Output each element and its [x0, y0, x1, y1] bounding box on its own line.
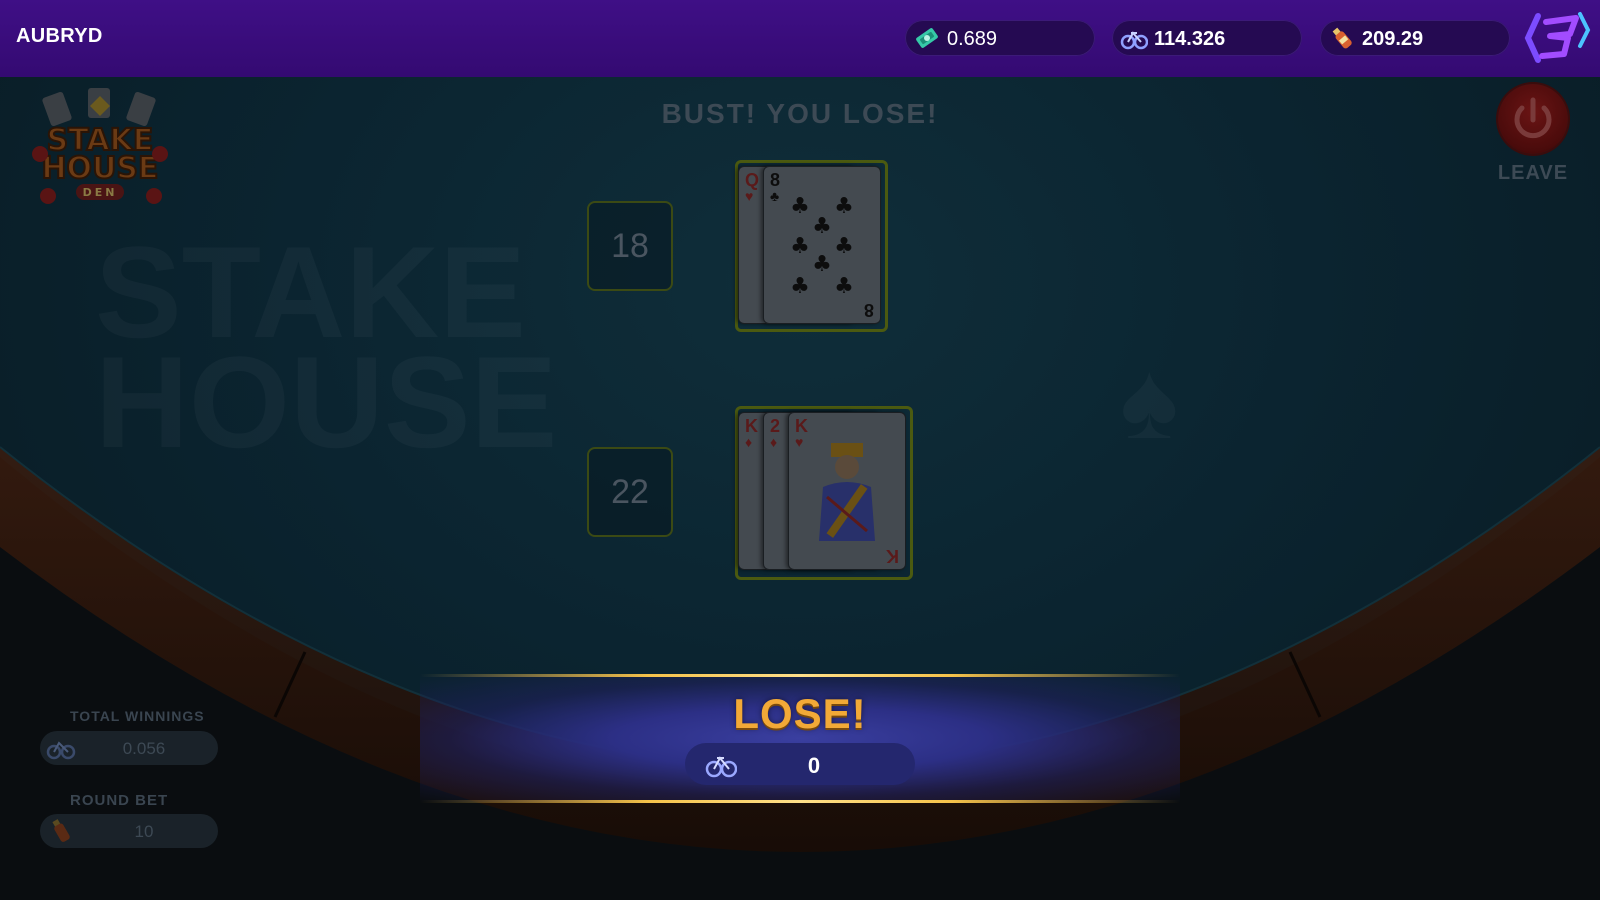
player-card-3: K ♥ K — [788, 412, 906, 570]
username: AUBRYD — [16, 25, 103, 47]
club-pips: ♣ ♣ ♣ ♣ ♣ ♣ ♣ ♣ — [790, 194, 854, 299]
card-suit: ♥ — [745, 188, 754, 204]
result-amount-pill: 0 — [685, 743, 915, 785]
top-bar: AUBRYD 0.689 114.326 209.29 — [0, 0, 1600, 78]
balance-cash[interactable]: 0.689 — [905, 20, 1095, 56]
result-amount: 0 — [807, 753, 821, 778]
balance-bottle[interactable]: 209.29 — [1320, 20, 1510, 56]
card-rank: K — [795, 416, 808, 436]
svg-text:♣: ♣ — [834, 194, 854, 219]
svg-text:♣: ♣ — [834, 274, 854, 299]
logo-text-den: DEN — [83, 186, 118, 199]
card-suit: ♦ — [745, 434, 753, 450]
svg-text:♣: ♣ — [812, 252, 832, 277]
dealer-score: 18 — [587, 201, 673, 291]
result-title: LOSE! — [733, 690, 867, 737]
card-suit: ♥ — [795, 434, 804, 450]
round-bet-pill: 10 — [40, 814, 218, 848]
player-score: 22 — [587, 447, 673, 537]
total-winnings-value: 0.056 — [122, 739, 166, 758]
dealer-card-2: 8 ♣ ♣ ♣ ♣ ♣ ♣ ♣ ♣ ♣ 8 — [763, 166, 881, 324]
card-rank: Q — [745, 170, 760, 190]
svg-text:♣: ♣ — [790, 194, 810, 219]
card-suit: ♦ — [770, 434, 778, 450]
bicycle-token-icon — [1120, 31, 1148, 50]
svg-text:♣: ♣ — [812, 214, 832, 239]
total-winnings-pill: 0.056 — [40, 731, 218, 765]
leave-button[interactable] — [1498, 84, 1568, 154]
leave-label: LEAVE — [1497, 162, 1569, 184]
power-icon — [1514, 97, 1552, 139]
svg-text:♣: ♣ — [834, 234, 854, 259]
balance-bicycle[interactable]: 114.326 — [1112, 20, 1302, 56]
brand-logo-icon[interactable] — [1524, 8, 1592, 68]
king-face-art — [819, 443, 875, 541]
balance-bicycle-value: 114.326 — [1154, 28, 1226, 50]
card-suit: ♣ — [770, 188, 780, 204]
logo-text-house: HOUSE — [41, 151, 158, 186]
svg-text:♣: ♣ — [790, 274, 810, 299]
bottle-token-icon — [1332, 27, 1352, 49]
banner-top-line — [420, 674, 1180, 677]
status-message: BUST! YOU LOSE! — [661, 98, 939, 129]
card-rank-bottom: K — [886, 546, 899, 566]
round-bet-value: 10 — [134, 822, 154, 841]
card-rank: K — [745, 416, 758, 436]
cash-ticket-icon — [916, 28, 938, 48]
balance-cash-value: 0.689 — [947, 28, 998, 50]
card-rank: 2 — [770, 416, 781, 436]
card-rank-bottom: 8 — [863, 300, 874, 320]
watermark-right: ♠ — [1120, 337, 1178, 464]
watermark-left: STAKEHOUSE — [95, 237, 557, 457]
balance-bottle-value: 209.29 — [1362, 28, 1424, 50]
stake-house-den-logo: STAKE HOUSE DEN — [32, 88, 168, 204]
svg-text:♣: ♣ — [790, 234, 810, 259]
round-bet-label: ROUND BET — [70, 792, 169, 809]
banner-bottom-line — [420, 800, 1180, 803]
total-winnings-label: TOTAL WINNINGS — [70, 708, 205, 724]
card-rank: 8 — [770, 170, 781, 190]
